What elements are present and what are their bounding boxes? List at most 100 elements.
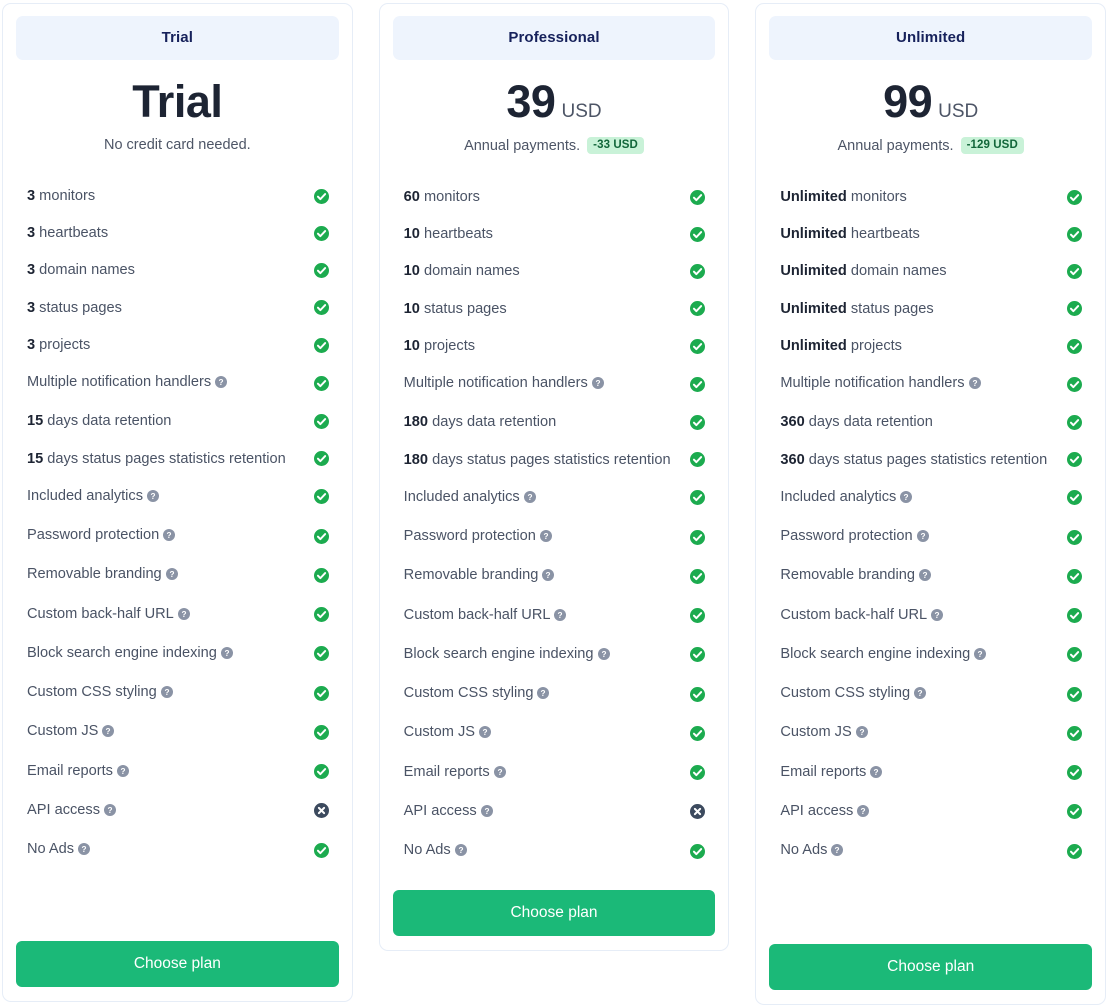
help-circle-icon[interactable]: ? bbox=[480, 804, 493, 822]
help-circle-icon[interactable]: ? bbox=[537, 686, 550, 704]
help-circle-icon[interactable]: ? bbox=[542, 568, 555, 586]
feature-label: No Ads? bbox=[404, 841, 467, 861]
choose-plan-button-unlimited[interactable]: Choose plan bbox=[769, 944, 1093, 990]
feature-text: days data retention bbox=[428, 414, 557, 431]
feature-text: Email reports bbox=[780, 763, 867, 780]
help-circle-icon[interactable]: ? bbox=[857, 804, 870, 822]
check-circle-icon bbox=[313, 451, 329, 467]
help-circle-icon[interactable]: ? bbox=[116, 764, 129, 782]
feature-label: 15 days data retention bbox=[27, 412, 171, 430]
feature-label: API access? bbox=[780, 802, 870, 822]
help-circle-icon[interactable]: ? bbox=[104, 803, 116, 821]
help-circle-icon[interactable]: ? bbox=[165, 567, 178, 585]
price-amount: 39 bbox=[506, 76, 556, 127]
help-circle-icon[interactable]: ? bbox=[831, 843, 844, 861]
help-circle-icon[interactable]: ? bbox=[454, 843, 467, 861]
check-circle-icon bbox=[1067, 765, 1083, 781]
pricing-plans-grid: Trial Trial No credit card needed. 3 monito… bbox=[0, 0, 1108, 1005]
feature-text: API access bbox=[780, 802, 854, 819]
feature-row: No Ads? bbox=[27, 830, 329, 869]
feature-accent-value: 3 bbox=[27, 299, 36, 316]
feature-label: Block search engine indexing? bbox=[780, 645, 987, 665]
svg-text:?: ? bbox=[458, 846, 463, 855]
help-circle-icon[interactable]: ? bbox=[215, 375, 228, 393]
help-circle-icon[interactable]: ? bbox=[78, 842, 91, 860]
feature-text: Removable branding bbox=[403, 567, 539, 584]
help-circle-icon[interactable]: ? bbox=[163, 528, 176, 546]
feature-row: Removable branding? bbox=[404, 556, 706, 595]
feature-accent-value: 15 bbox=[27, 413, 44, 430]
feature-text: No Ads bbox=[403, 841, 451, 858]
check-circle-icon bbox=[690, 452, 706, 468]
feature-label: Block search engine indexing? bbox=[27, 644, 233, 664]
help-circle-icon[interactable]: ? bbox=[479, 725, 492, 743]
help-circle-icon[interactable]: ? bbox=[493, 765, 506, 783]
help-circle-icon[interactable]: ? bbox=[220, 646, 233, 664]
help-circle-icon[interactable]: ? bbox=[870, 765, 883, 783]
price-note-trial: No credit card needed. bbox=[20, 137, 335, 153]
feature-row: API access? bbox=[404, 792, 706, 831]
help-circle-icon[interactable]: ? bbox=[591, 376, 604, 394]
svg-text:?: ? bbox=[181, 610, 186, 619]
feature-row: Unlimited projects bbox=[780, 327, 1083, 364]
feature-label: Included analytics? bbox=[780, 488, 913, 508]
feature-label: Custom CSS styling? bbox=[780, 684, 927, 704]
feature-accent-value: 3 bbox=[27, 262, 36, 279]
help-circle-icon[interactable]: ? bbox=[554, 608, 567, 626]
svg-text:?: ? bbox=[483, 728, 488, 737]
check-circle-icon bbox=[1067, 376, 1083, 392]
check-circle-icon bbox=[690, 189, 706, 205]
feature-row: API access? bbox=[780, 792, 1083, 831]
check-circle-icon bbox=[313, 414, 329, 430]
feature-row: Included analytics? bbox=[27, 477, 329, 516]
feature-label: 10 status pages bbox=[404, 300, 507, 318]
check-circle-icon bbox=[1067, 686, 1083, 702]
feature-text: heartbeats bbox=[846, 226, 920, 243]
help-circle-icon[interactable]: ? bbox=[900, 490, 913, 508]
help-circle-icon[interactable]: ? bbox=[147, 489, 160, 507]
feature-text: Password protection bbox=[27, 527, 160, 544]
check-circle-icon bbox=[1067, 338, 1083, 354]
help-circle-icon[interactable]: ? bbox=[855, 725, 868, 743]
help-circle-icon[interactable]: ? bbox=[177, 607, 190, 625]
check-circle-icon bbox=[313, 607, 329, 623]
discount-badge: -33 USD bbox=[587, 137, 644, 154]
help-circle-icon[interactable]: ? bbox=[931, 608, 944, 626]
help-circle-icon[interactable]: ? bbox=[914, 686, 927, 704]
feature-text: Custom CSS styling bbox=[780, 685, 911, 702]
feature-label: 3 heartbeats bbox=[27, 224, 108, 242]
feature-text: Email reports bbox=[403, 763, 490, 780]
help-circle-icon[interactable]: ? bbox=[916, 529, 929, 547]
feature-label: 180 days data retention bbox=[404, 413, 557, 431]
help-circle-icon[interactable]: ? bbox=[919, 568, 932, 586]
choose-plan-button-professional[interactable]: Choose plan bbox=[392, 890, 716, 937]
check-circle-icon bbox=[690, 376, 706, 392]
help-circle-icon[interactable]: ? bbox=[102, 724, 115, 742]
help-circle-icon[interactable]: ? bbox=[974, 647, 987, 665]
feature-text: Password protection bbox=[780, 528, 913, 545]
price-line: Trial bbox=[20, 79, 335, 124]
choose-plan-button-trial[interactable]: Choose plan bbox=[16, 941, 339, 987]
help-circle-icon[interactable]: ? bbox=[160, 685, 173, 703]
help-circle-icon[interactable]: ? bbox=[523, 490, 536, 508]
svg-text:?: ? bbox=[935, 611, 940, 620]
svg-text:?: ? bbox=[595, 379, 600, 388]
feature-label: 3 monitors bbox=[27, 187, 95, 205]
feature-row: Custom back-half URL? bbox=[27, 595, 329, 634]
help-circle-icon[interactable]: ? bbox=[968, 376, 981, 394]
price-currency: USD bbox=[561, 101, 602, 122]
svg-text:?: ? bbox=[904, 493, 909, 502]
feature-label: 3 status pages bbox=[27, 299, 122, 317]
feature-label: Email reports? bbox=[27, 762, 129, 782]
feature-label: Password protection? bbox=[780, 527, 929, 547]
feature-accent-value: Unlimited bbox=[780, 189, 847, 205]
feature-label: Password protection? bbox=[404, 527, 552, 547]
check-circle-icon bbox=[313, 300, 329, 316]
feature-row: Block search engine indexing? bbox=[27, 634, 329, 673]
check-circle-icon bbox=[1067, 568, 1083, 584]
feature-text: monitors bbox=[35, 188, 96, 204]
feature-text: Custom back-half URL bbox=[403, 606, 551, 623]
help-circle-icon[interactable]: ? bbox=[597, 647, 610, 665]
check-circle-icon bbox=[1067, 647, 1083, 663]
help-circle-icon[interactable]: ? bbox=[539, 529, 552, 547]
